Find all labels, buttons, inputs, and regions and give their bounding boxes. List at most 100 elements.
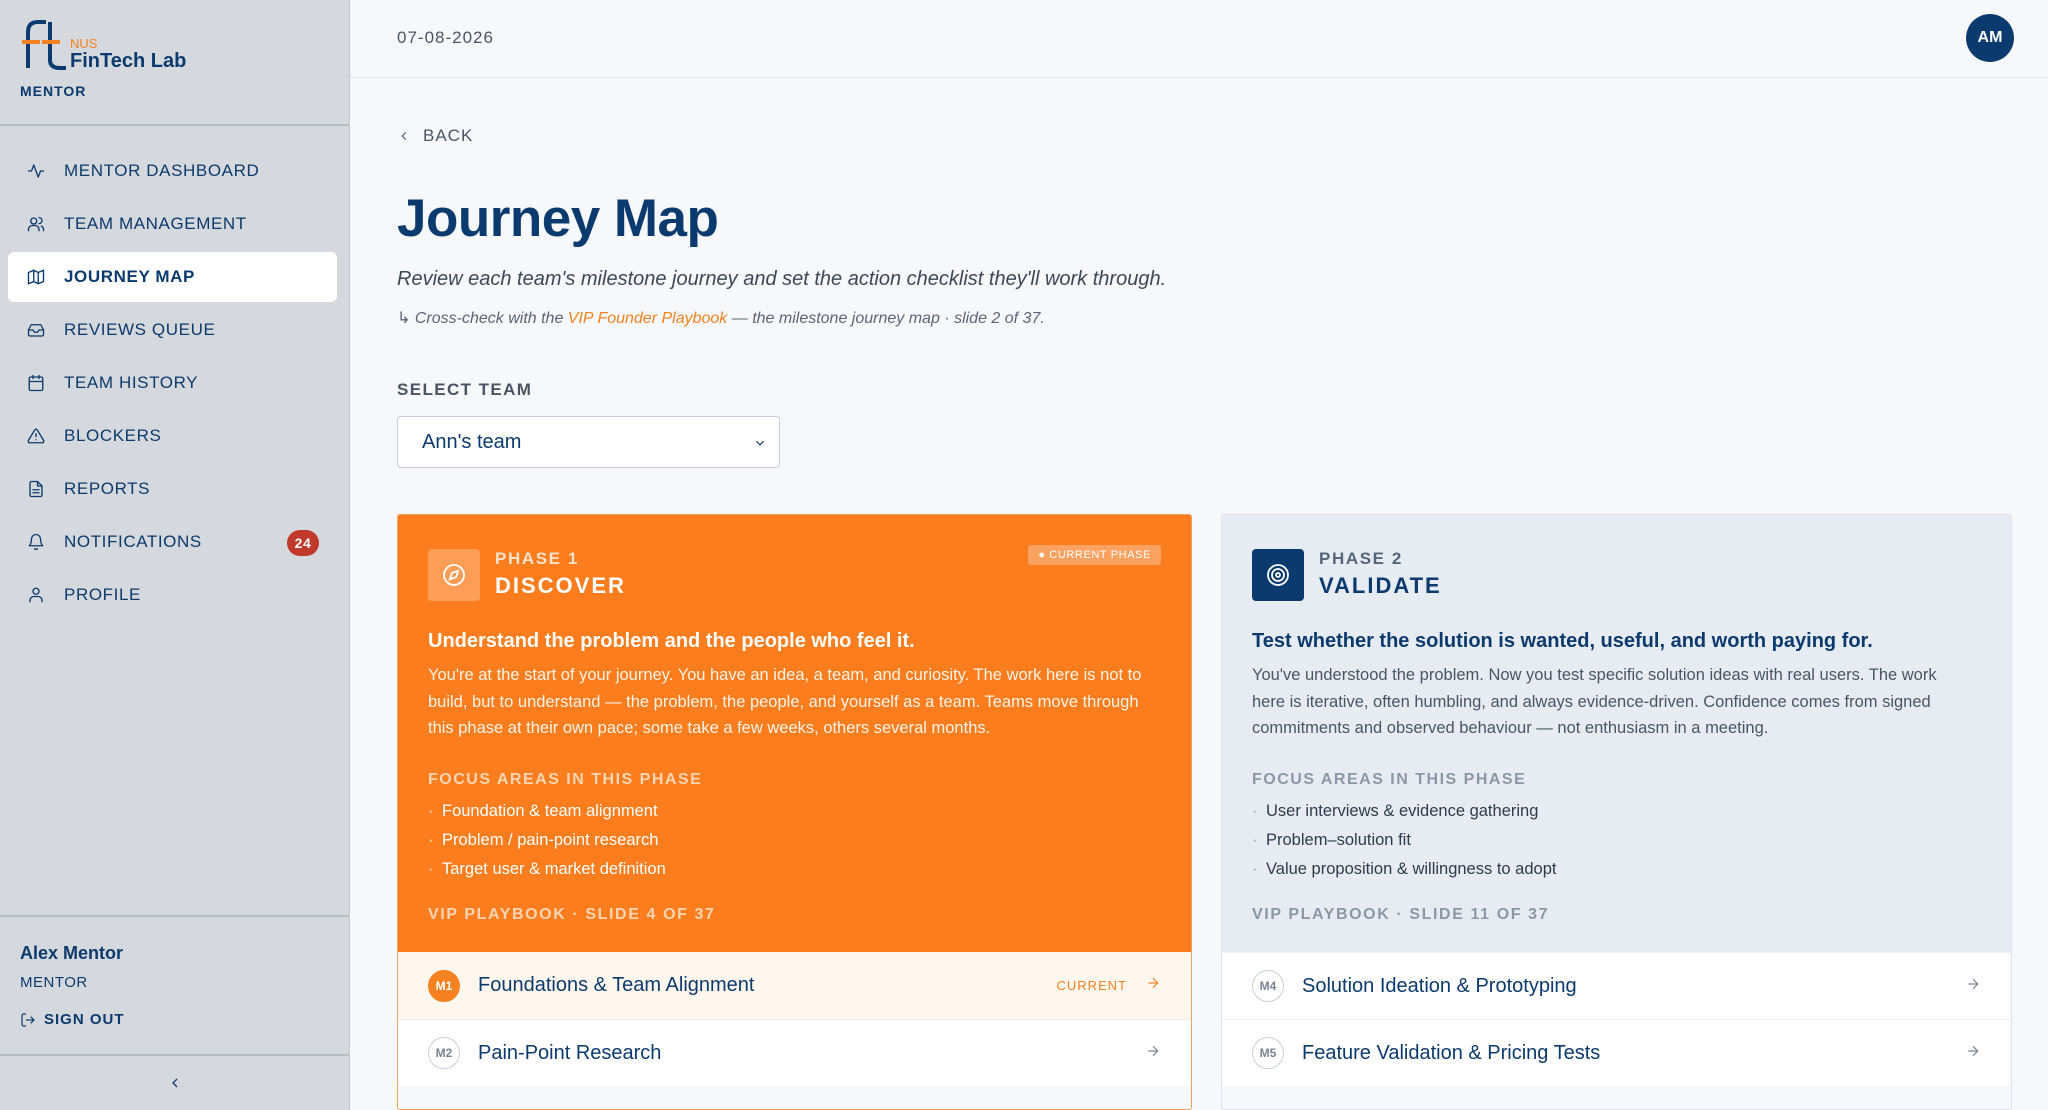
phase-number: PHASE 2 [1319, 549, 1403, 568]
chevron-down-icon [756, 440, 764, 446]
playbook-reference: VIP PLAYBOOK · SLIDE 4 OF 37 [428, 906, 716, 923]
team-select-value: Ann's team [422, 430, 522, 453]
alert-triangle-icon [26, 426, 46, 446]
sidebar-item-reports[interactable]: REPORTS [8, 464, 337, 514]
phase-card-header: PHASE 1 DISCOVER ● CURRENT PHASE Underst… [398, 515, 1191, 952]
sidebar-item-journey-map[interactable]: JOURNEY MAP [8, 252, 337, 302]
focus-area-item: · Problem / pain-point research [428, 831, 659, 849]
playbook-crosscheck: ↳ Cross-check with the VIP Founder Playb… [397, 308, 1045, 328]
user-icon [26, 585, 46, 605]
milestone-code-badge: M1 [428, 969, 460, 1002]
milestone-code-badge: M2 [428, 1037, 460, 1069]
focus-area-item: · Foundation & team alignment [428, 802, 658, 820]
inbox-icon [26, 320, 46, 340]
sidebar-item-label: TEAM HISTORY [64, 373, 199, 392]
back-label: BACK [423, 126, 474, 145]
sign-out-button[interactable]: SIGN OUT [20, 1011, 329, 1028]
phase-card-header: PHASE 2 VALIDATE Test whether the soluti… [1222, 515, 2011, 952]
brand-org: NUS [70, 36, 98, 51]
compass-icon [428, 549, 480, 601]
arrow-right-icon [1965, 1043, 1981, 1064]
phase-number: PHASE 1 [495, 549, 579, 568]
sidebar-item-profile[interactable]: PROFILE [8, 570, 337, 620]
sidebar-item-notifications[interactable]: NOTIFICATIONS 24 [8, 517, 337, 567]
notifications-count-badge: 24 [287, 530, 319, 556]
playbook-reference: VIP PLAYBOOK · SLIDE 11 OF 37 [1252, 906, 1550, 923]
milestone-status: CURRENT [1056, 978, 1127, 993]
calendar-icon [26, 373, 46, 393]
phase-description: You've understood the problem. Now you t… [1252, 666, 1937, 737]
chevron-left-icon [401, 132, 407, 140]
crosscheck-suffix: — the milestone journey map · slide 2 of… [727, 310, 1045, 327]
sidebar-item-team-history[interactable]: TEAM HISTORY [8, 358, 337, 408]
arrow-right-icon [1145, 975, 1161, 996]
bell-icon [26, 532, 46, 552]
sidebar-nav: MENTOR DASHBOARD TEAM MANAGEMENT JOURNEY… [0, 126, 349, 620]
focus-area-item: · Target user & market definition [428, 860, 666, 878]
sidebar-item-team-management[interactable]: TEAM MANAGEMENT [8, 199, 337, 249]
avatar[interactable]: AM [1966, 14, 2014, 62]
sidebar-item-label: JOURNEY MAP [64, 267, 195, 286]
milestone-title: Foundations & Team Alignment [478, 974, 755, 996]
collapse-sidebar-button[interactable] [0, 1056, 349, 1110]
sign-out-label: SIGN OUT [44, 1011, 125, 1028]
phase-tagline: Understand the problem and the people wh… [428, 630, 915, 652]
file-text-icon [26, 479, 46, 499]
phase-card-discover: PHASE 1 DISCOVER ● CURRENT PHASE Underst… [397, 514, 1192, 1110]
milestone-title: Solution Ideation & Prototyping [1302, 974, 1577, 997]
user-block: Alex Mentor MENTOR SIGN OUT [0, 915, 349, 1056]
back-button[interactable]: BACK [397, 126, 473, 146]
phase-name: VALIDATE [1319, 573, 1442, 598]
fintech-lab-logo[interactable] [20, 18, 68, 70]
page-subtitle: Review each team's milestone journey and… [397, 268, 1167, 290]
milestone-title: Pain-Point Research [478, 1041, 662, 1064]
current-phase-badge: ● CURRENT PHASE [1028, 545, 1161, 565]
select-team-label: SELECT TEAM [397, 380, 533, 399]
milestone-code-badge: M5 [1252, 1037, 1284, 1069]
chevron-left-icon [171, 1078, 177, 1088]
focus-areas-list: · User interviews & evidence gathering · P… [1252, 797, 1556, 884]
sidebar-item-mentor-dashboard[interactable]: MENTOR DASHBOARD [8, 146, 337, 196]
milestone-row-m4[interactable]: M4 Solution Ideation & Prototyping [1222, 952, 2011, 1019]
page-title: Journey Map [397, 189, 719, 248]
sign-out-icon [21, 1012, 35, 1027]
activity-icon [26, 161, 46, 181]
sidebar-item-label: PROFILE [64, 585, 141, 604]
top-bar: 07-08-2026 AM [350, 0, 2048, 78]
users-icon [26, 214, 46, 234]
milestone-row-m1[interactable]: M1 Foundations & Team Alignment CURRENT [398, 952, 1191, 1019]
phase-card-validate: PHASE 2 VALIDATE Test whether the soluti… [1221, 514, 2012, 1110]
vip-founder-playbook-link[interactable]: VIP Founder Playbook [568, 310, 728, 327]
arrow-right-icon [1145, 1043, 1161, 1064]
milestone-row-m5[interactable]: M5 Feature Validation & Pricing Tests [1222, 1019, 2011, 1086]
focus-area-item: · User interviews & evidence gathering [1252, 802, 1539, 820]
target-icon [1252, 549, 1304, 601]
map-icon [26, 267, 46, 287]
sidebar-item-reviews-queue[interactable]: REVIEWS QUEUE [8, 305, 337, 355]
sidebar-item-label: REPORTS [64, 479, 151, 498]
sidebar-item-blockers[interactable]: BLOCKERS [8, 411, 337, 461]
sidebar-item-label: REVIEWS QUEUE [64, 320, 216, 339]
focus-areas-list: · Foundation & team alignment · Problem / … [428, 797, 666, 884]
team-select[interactable]: Ann's team [397, 416, 780, 468]
focus-areas-label: FOCUS AREAS IN THIS PHASE [1252, 771, 1527, 788]
brand-name: FinTech Lab [70, 50, 187, 72]
focus-area-item: · Value proposition & willingness to adop… [1252, 860, 1557, 878]
user-role: MENTOR [20, 974, 88, 991]
brand-role: MENTOR [20, 83, 87, 99]
milestone-title: Feature Validation & Pricing Tests [1302, 1041, 1601, 1064]
milestone-code-badge: M4 [1252, 970, 1284, 1002]
focus-areas-label: FOCUS AREAS IN THIS PHASE [428, 771, 703, 788]
current-date: 07-08-2026 [397, 28, 494, 47]
phase-tagline: Test whether the solution is wanted, use… [1252, 630, 1873, 652]
sidebar-item-label: NOTIFICATIONS [64, 532, 202, 551]
sidebar-item-label: BLOCKERS [64, 426, 162, 445]
user-name: Alex Mentor [20, 943, 124, 963]
sidebar: NUS FinTech Lab MENTOR MENTOR DASHBOARD … [0, 0, 350, 1110]
milestone-row-m2[interactable]: M2 Pain-Point Research [398, 1019, 1191, 1086]
sidebar-item-label: TEAM MANAGEMENT [64, 214, 247, 233]
arrow-right-icon [1965, 976, 1981, 997]
brand: NUS FinTech Lab MENTOR [0, 0, 349, 126]
crosscheck-prefix: ↳ Cross-check with the [397, 310, 568, 327]
sidebar-item-label: MENTOR DASHBOARD [64, 161, 260, 180]
